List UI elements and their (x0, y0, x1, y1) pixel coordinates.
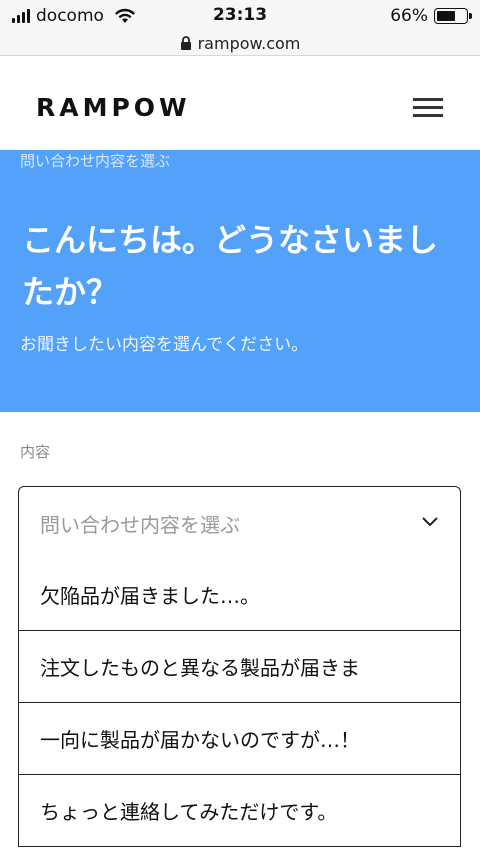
page-subtitle: お聞きしたい内容を選んでください。 (20, 335, 309, 355)
battery-percent: 66% (390, 6, 428, 26)
chevron-down-icon (422, 517, 438, 527)
battery-icon (434, 8, 472, 24)
inquiry-option-wrong-item[interactable]: 注文したものと異なる製品が届きま (18, 631, 461, 703)
inquiry-option-just-contact[interactable]: ちょっと連絡してみただけです。 (18, 775, 461, 847)
url-bar[interactable]: rampow.com (0, 32, 480, 56)
inquiry-option-not-delivered[interactable]: 一向に製品が届かないのですが…！ (18, 703, 461, 775)
inquiry-select[interactable]: 問い合わせ内容を選ぶ (18, 486, 461, 560)
url-domain: rampow.com (197, 34, 301, 53)
site-header: RAMPOW (0, 57, 480, 150)
select-placeholder: 問い合わせ内容を選ぶ (40, 513, 240, 537)
status-bar-right: 66% (390, 6, 472, 26)
page-title: こんにちは。どうなさいましたか？ (22, 221, 439, 311)
breadcrumb: 問い合わせ内容を選ぶ (20, 152, 171, 170)
battery-fill (437, 11, 456, 21)
inquiry-option-defective[interactable]: 欠陥品が届きました…。 (18, 559, 461, 631)
hamburger-menu-icon[interactable] (413, 98, 443, 118)
inquiry-options-list: 欠陥品が届きました…。 注文したものと異なる製品が届きま 一向に製品が届かないの… (18, 559, 461, 847)
lock-icon (180, 36, 191, 50)
site-logo[interactable]: RAMPOW (36, 93, 191, 122)
content-label: 内容 (20, 443, 51, 461)
hero-banner: 問い合わせ内容を選ぶ こんにちは。どうなさいましたか？ お聞きしたい内容を選んで… (0, 150, 480, 412)
status-bar: docomo 23:13 66% (0, 0, 480, 32)
